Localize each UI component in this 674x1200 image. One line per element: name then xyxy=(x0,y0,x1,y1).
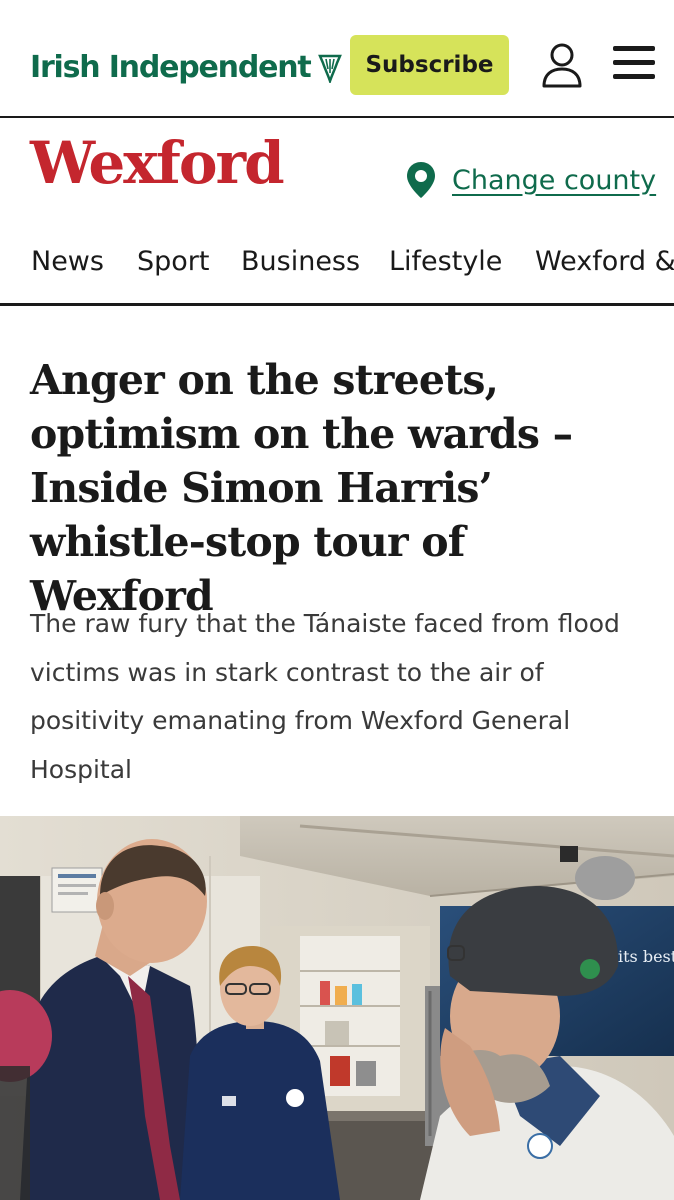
section-nav: News Sport Business Lifestyle Wexford & xyxy=(0,232,674,306)
subscribe-button[interactable]: Subscribe xyxy=(350,35,509,95)
change-county-link[interactable]: Change county xyxy=(404,160,656,200)
nav-item-news[interactable]: News xyxy=(31,246,104,277)
logo-text: Irish Independent xyxy=(30,50,312,85)
top-bar: Irish Independent Subscribe xyxy=(0,0,674,118)
nav-item-business[interactable]: Business xyxy=(241,246,360,277)
user-account-button[interactable] xyxy=(541,42,583,88)
change-county-label: Change county xyxy=(452,164,657,196)
article-standfirst: The raw fury that the Tánaiste faced fro… xyxy=(30,609,620,784)
nav-item-sport[interactable]: Sport xyxy=(137,246,209,277)
site-logo[interactable]: Irish Independent xyxy=(30,48,343,88)
nav-item-wexford[interactable]: Wexford & xyxy=(535,246,674,277)
location-pin-icon xyxy=(407,162,435,198)
hamburger-menu-icon[interactable] xyxy=(613,46,659,82)
county-title: Wexford xyxy=(30,129,285,197)
user-icon xyxy=(542,43,582,88)
nav-item-lifestyle[interactable]: Lifestyle xyxy=(389,246,502,277)
article-photo[interactable]: its best xyxy=(0,816,674,1200)
harp-icon xyxy=(317,54,342,83)
photo-sign-text: its best xyxy=(618,947,674,966)
article-headline[interactable]: Anger on the streets, optimism on the wa… xyxy=(30,353,650,623)
